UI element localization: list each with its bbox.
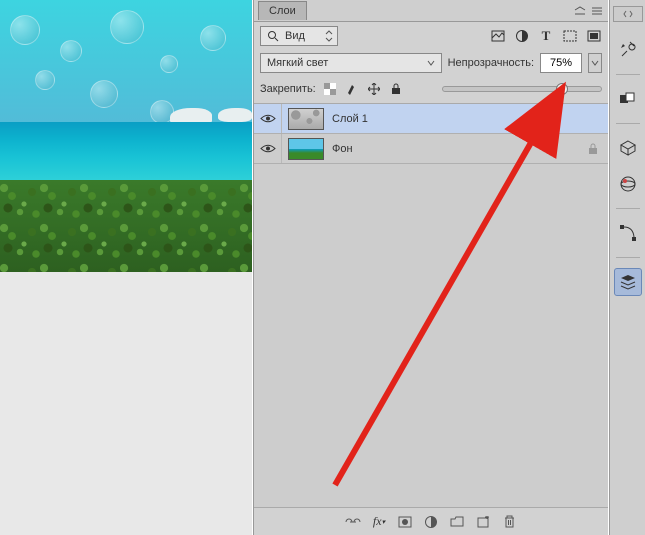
tools-icon[interactable] (614, 36, 642, 64)
right-toolbar (609, 0, 645, 535)
group-icon[interactable] (449, 514, 465, 530)
filter-row: Вид T (254, 22, 608, 50)
visibility-toggle[interactable] (254, 104, 282, 133)
filter-select[interactable]: Вид (260, 26, 338, 46)
panel-footer: fx▾ (254, 507, 608, 535)
shape-filter-icon[interactable] (562, 28, 578, 44)
opacity-slider[interactable] (442, 86, 602, 92)
layers-panel: Слои Вид T Мягкий свет Непрозрачность: З (253, 0, 608, 535)
layer-row[interactable]: Фон (254, 134, 608, 164)
search-icon (265, 28, 281, 44)
panel-menu-icon[interactable] (590, 4, 604, 18)
visibility-toggle[interactable] (254, 134, 282, 163)
mask-icon[interactable] (397, 514, 413, 530)
layer-thumbnail[interactable] (288, 108, 324, 130)
lock-transparency-icon[interactable] (322, 81, 338, 97)
panel-tab-bar: Слои (254, 0, 608, 22)
eye-icon (260, 113, 276, 124)
opacity-input[interactable] (540, 53, 582, 73)
chevron-updown-icon (325, 30, 333, 42)
canvas-image[interactable] (0, 0, 252, 272)
lock-paint-icon[interactable] (344, 81, 360, 97)
lock-row: Закрепить: (254, 79, 608, 104)
lock-icon (588, 143, 598, 155)
color-swatches-icon[interactable] (614, 85, 642, 113)
slider-thumb[interactable] (556, 83, 568, 95)
eye-icon (260, 143, 276, 154)
link-layers-icon[interactable] (345, 514, 361, 530)
sphere-3d-icon[interactable] (614, 170, 642, 198)
layer-name[interactable]: Слой 1 (332, 113, 368, 125)
layer-thumbnail[interactable] (288, 138, 324, 160)
opacity-label: Непрозрачность: (448, 57, 534, 69)
layers-stack-icon[interactable] (614, 268, 642, 296)
layer-name[interactable]: Фон (332, 143, 353, 155)
opacity-dropdown-button[interactable] (588, 53, 602, 73)
expand-toolbar-icon[interactable] (613, 6, 643, 22)
filter-label: Вид (285, 30, 305, 42)
image-filter-icon[interactable] (490, 28, 506, 44)
path-anchor-icon[interactable] (614, 219, 642, 247)
fill-adjust-icon[interactable] (423, 514, 439, 530)
lock-label: Закрепить: (260, 83, 316, 95)
canvas-area (0, 0, 252, 535)
lock-position-icon[interactable] (366, 81, 382, 97)
cube-3d-icon[interactable] (614, 134, 642, 162)
chevron-down-icon (427, 60, 435, 66)
type-filter-icon[interactable]: T (538, 28, 554, 44)
layers-tab[interactable]: Слои (258, 1, 307, 20)
blend-mode-select[interactable]: Мягкий свет (260, 53, 442, 73)
smart-filter-icon[interactable] (586, 28, 602, 44)
trash-icon[interactable] (501, 514, 517, 530)
layer-row[interactable]: Слой 1 (254, 104, 608, 134)
layers-list: Слой 1 Фон (254, 104, 608, 507)
blend-mode-value: Мягкий свет (267, 57, 328, 69)
blend-row: Мягкий свет Непрозрачность: (254, 50, 608, 79)
new-layer-icon[interactable] (475, 514, 491, 530)
adjust-filter-icon[interactable] (514, 28, 530, 44)
fx-icon[interactable]: fx▾ (371, 514, 387, 530)
collapse-icon[interactable] (573, 4, 587, 18)
lock-all-icon[interactable] (388, 81, 404, 97)
